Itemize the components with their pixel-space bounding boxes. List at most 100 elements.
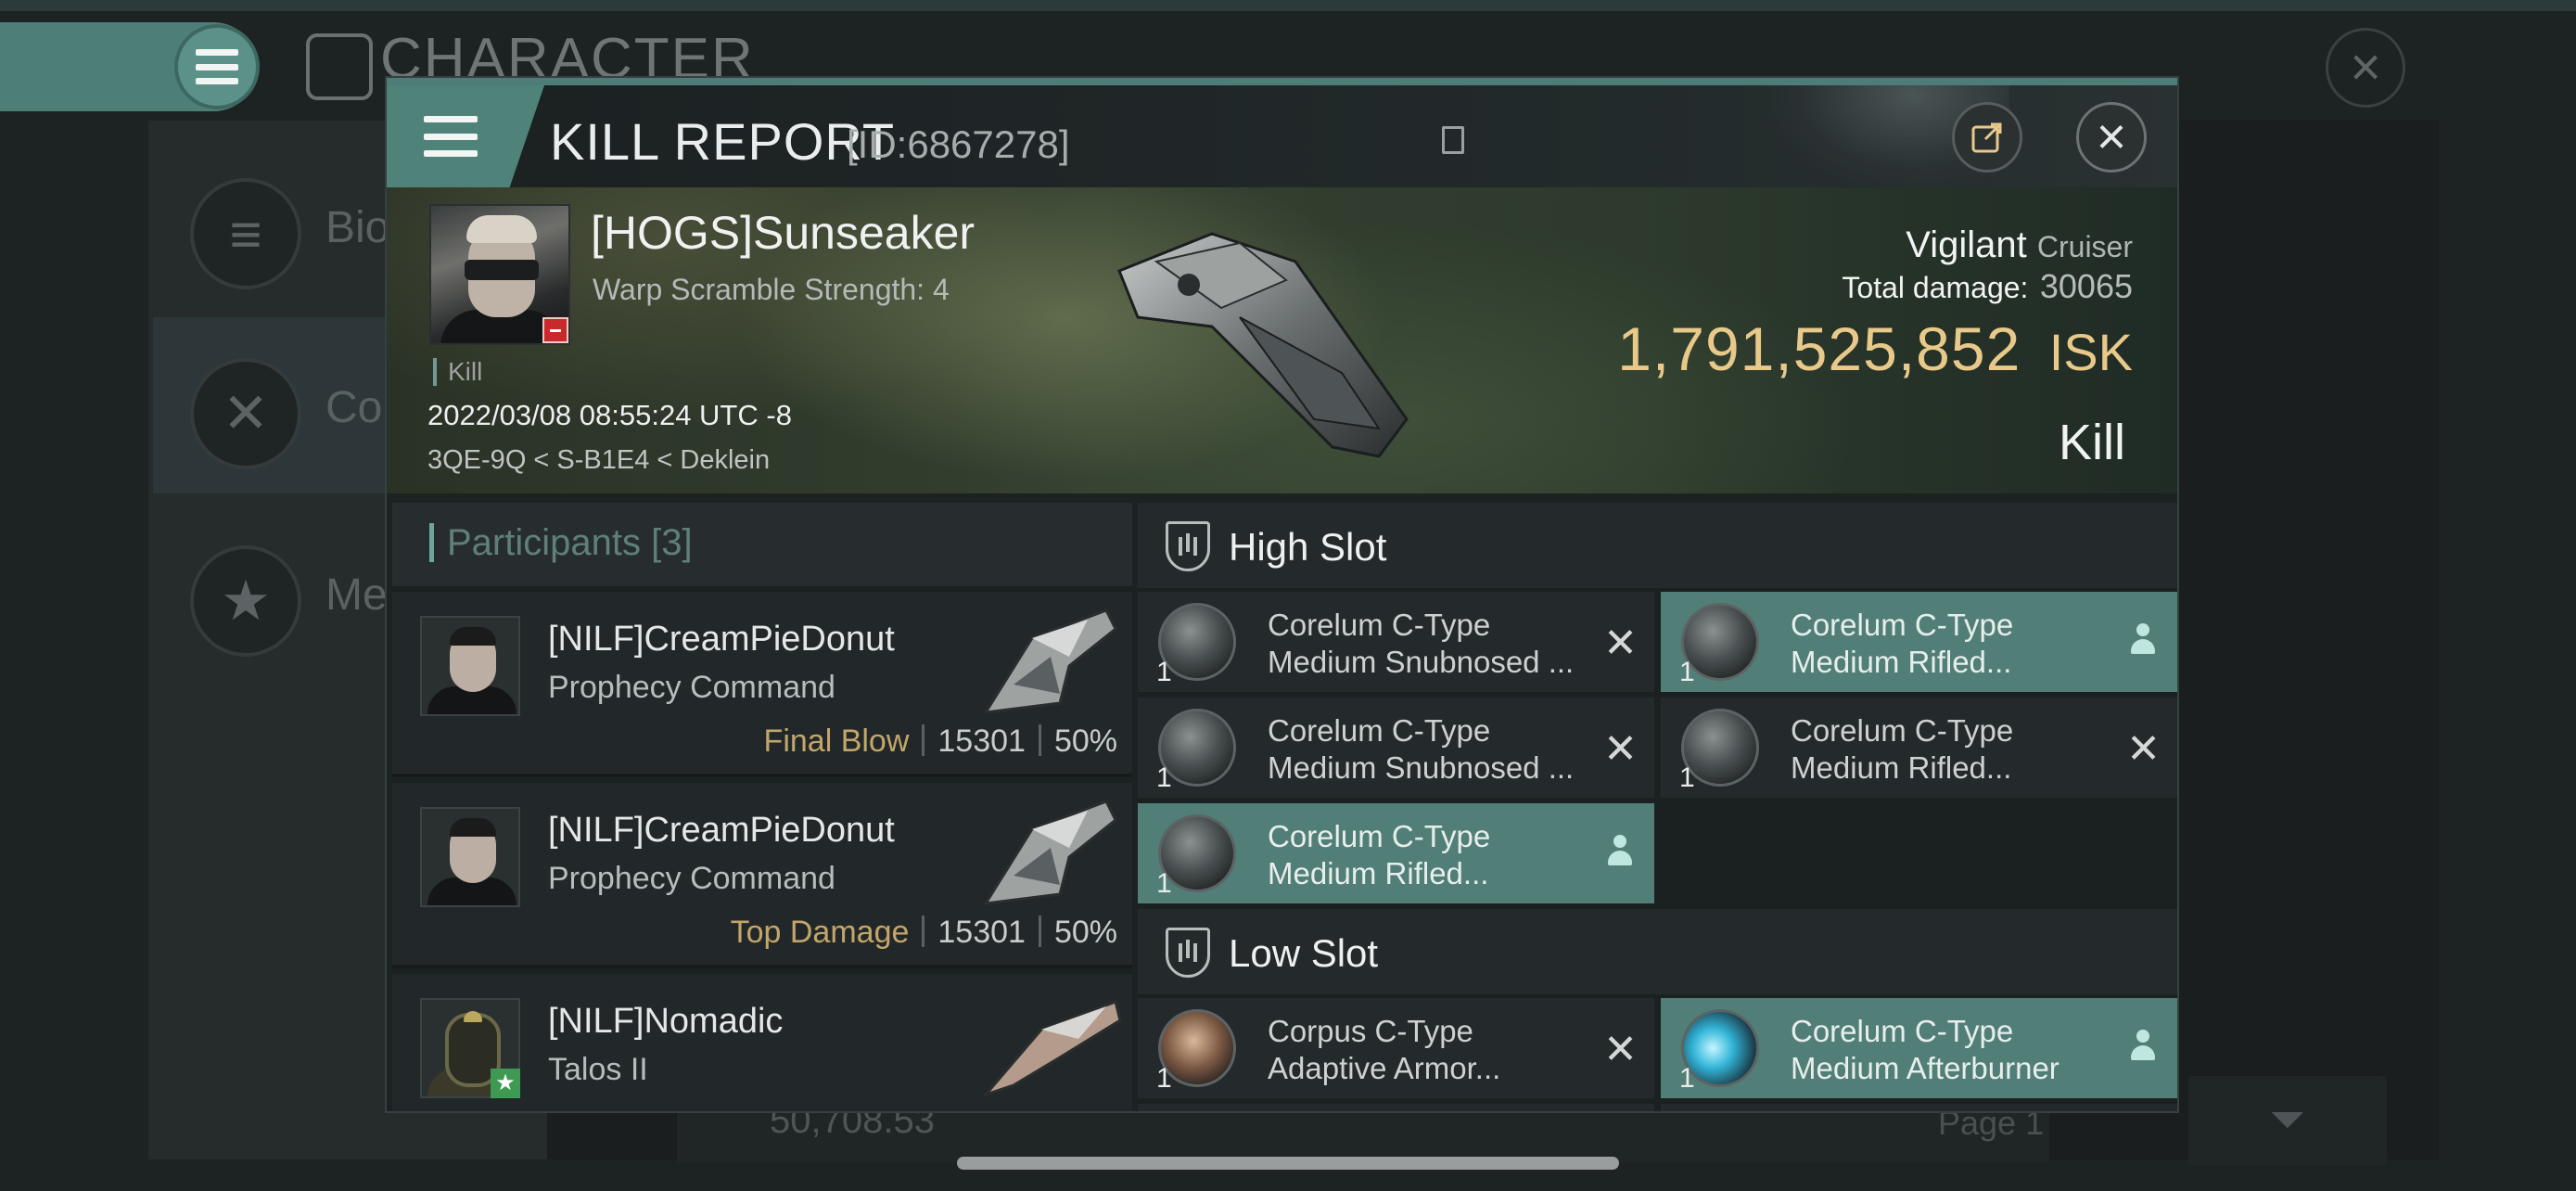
low-slot-header: Low Slot [1138,909,2177,994]
filter-icon: ⏷ [2269,1095,2306,1145]
victim-ship-type[interactable]: Vigilant Cruiser [1906,224,2133,266]
high-slot-header: High Slot [1138,503,2177,588]
hamburger-icon [196,49,238,84]
victim-name[interactable]: [HOGS]Sunseaker [591,206,975,260]
participant-damage: 15301 [937,915,1026,950]
module-item[interactable]: 1 Corelum C-Type Medium Snubnosed ... ✕ [1138,592,1654,692]
low-slot-icon [1166,928,1210,978]
high-slot-icon [1166,521,1210,571]
module-item[interactable]: 1 Corelum C-Type Medium Rifled... ✕ [1661,698,2177,798]
participant-name: [NILF]CreamPieDonut [548,811,895,850]
report-id: [ID:6867278] [847,122,1070,166]
modal-header: KILL REPORT [ID:6867278] × [387,85,2177,187]
participant-percent: 50% [1053,915,1117,950]
modal-title: KILL REPORT [550,112,896,171]
module-quantity: 1 [1679,762,1695,793]
module-item-partial[interactable] [1661,1104,2177,1111]
home-indicator[interactable] [957,1157,1619,1170]
participant-tag: Top Damage [730,915,910,950]
participant-ship-image [983,800,1117,905]
star-medal-icon: ★ [190,545,301,657]
participant-ship: Talos II [548,1052,648,1087]
participant-avatar[interactable] [420,616,520,716]
participants-title: Participants [3] [429,523,693,562]
isk-value: 1,791,525,852 ISK [1617,314,2133,384]
module-quantity: 1 [1679,657,1695,687]
hamburger-icon [424,116,478,157]
module-item-partial[interactable] [1138,1104,1654,1111]
kill-datetime: 2022/03/08 08:55:24 UTC -8 [427,399,792,431]
destroyed-icon: ✕ [1603,1027,1638,1072]
low-slot-label: Low Slot [1229,931,1379,975]
external-link-icon [1971,122,2002,153]
module-item[interactable]: 1 Corelum C-Type Medium Rifled... [1661,592,2177,692]
module-name: Corelum C-Type Medium Snubnosed ... [1268,713,1575,785]
participant-ship: Prophecy Command [548,670,835,705]
victim-info: Warp Scramble Strength: 4 [593,273,950,306]
high-slot-label: High Slot [1229,525,1387,569]
module-quantity: 1 [1156,657,1172,687]
standing-positive-icon: ★ [491,1069,520,1098]
module-name: Corelum C-Type Medium Rifled... [1268,819,1491,890]
crossed-swords-icon: ✕ [190,358,301,469]
victim-ship-image [1117,232,1409,458]
module-quantity: 1 [1156,1063,1172,1094]
participant-name: [NILF]Nomadic [548,1002,784,1041]
close-button[interactable]: × [2076,102,2147,173]
participant-ship-image [981,1000,1122,1098]
isk-amount: 1,791,525,852 [1617,314,2021,383]
module-quantity: 1 [1156,762,1172,793]
participant-ship: Prophecy Command [548,861,835,896]
ship-class: Cruiser [2036,230,2133,263]
ship-name: Vigilant [1906,224,2027,265]
participant-tag: Final Blow [763,724,910,759]
top-accent-line [0,0,2576,11]
kill-location[interactable]: 3QE-9Q < S-B1E4 < Deklein [427,445,770,476]
participant-row[interactable]: [NILF]CreamPieDonut Prophecy Command Fin… [392,592,1132,777]
dropped-person-icon [1606,835,1634,868]
module-quantity: 1 [1679,1063,1695,1094]
modal-menu-button[interactable] [387,85,544,187]
side-item-label: Me [325,570,388,620]
participant-row[interactable]: ★ [NILF]Nomadic Talos II [392,974,1132,1111]
participant-avatar[interactable] [420,807,520,907]
total-damage-value: 30065 [2039,267,2133,305]
participant-stats: Top Damage 15301 50% [731,915,1117,951]
dropped-person-icon [2129,1030,2157,1063]
participant-ship-image [983,608,1117,714]
module-name: Corelum C-Type Medium Snubnosed ... [1268,608,1575,679]
participant-percent: 50% [1053,724,1117,759]
close-icon: × [2096,107,2127,165]
close-icon[interactable]: × [2326,28,2405,108]
list-icon: ≡ [190,178,301,289]
kill-result: Kill [2058,415,2125,470]
destroyed-icon: ✕ [1603,726,1638,772]
participants-header: Participants [3] [392,503,1132,586]
total-damage: Total damage: 30065 [1842,267,2133,306]
main-menu-button[interactable] [174,24,260,109]
destroyed-icon: ✕ [2126,726,2161,772]
side-item-label: Bio [325,203,390,252]
module-name: Corelum C-Type Medium Rifled... [1791,608,2014,679]
participant-stats: Final Blow 15301 50% [764,724,1117,760]
character-icon [306,33,373,100]
participant-damage: 15301 [937,724,1026,759]
share-button[interactable] [1952,102,2022,173]
standing-negative-icon [542,317,568,343]
module-item[interactable]: 1 Corelum C-Type Medium Snubnosed ... ✕ [1138,698,1654,798]
filter-button[interactable]: ⏷ [2188,1076,2387,1165]
module-item[interactable]: 1 Corpus C-Type Adaptive Armor... ✕ [1138,998,1654,1098]
participant-name: [NILF]CreamPieDonut [548,620,895,659]
fitted-modules-panel: High Slot 1 Corelum C-Type Medium Snubno… [1138,503,2177,1111]
copy-icon[interactable] [1442,126,1464,154]
module-name: Corpus C-Type Adaptive Armor... [1268,1014,1501,1085]
module-item[interactable]: 1 Corelum C-Type Medium Afterburner [1661,998,2177,1098]
module-quantity: 1 [1156,868,1172,899]
module-name: Corelum C-Type Medium Afterburner [1791,1014,2060,1085]
destroyed-icon: ✕ [1603,621,1638,666]
participant-row[interactable]: [NILF]CreamPieDonut Prophecy Command Top… [392,783,1132,968]
module-item[interactable]: 1 Corelum C-Type Medium Rifled... [1138,803,1654,903]
victim-banner: [HOGS]Sunseaker Warp Scramble Strength: … [387,187,2177,493]
kill-tag: Kill [433,358,482,386]
participants-panel: Participants [3] [NILF]CreamPieDonut Pro… [392,503,1132,1111]
